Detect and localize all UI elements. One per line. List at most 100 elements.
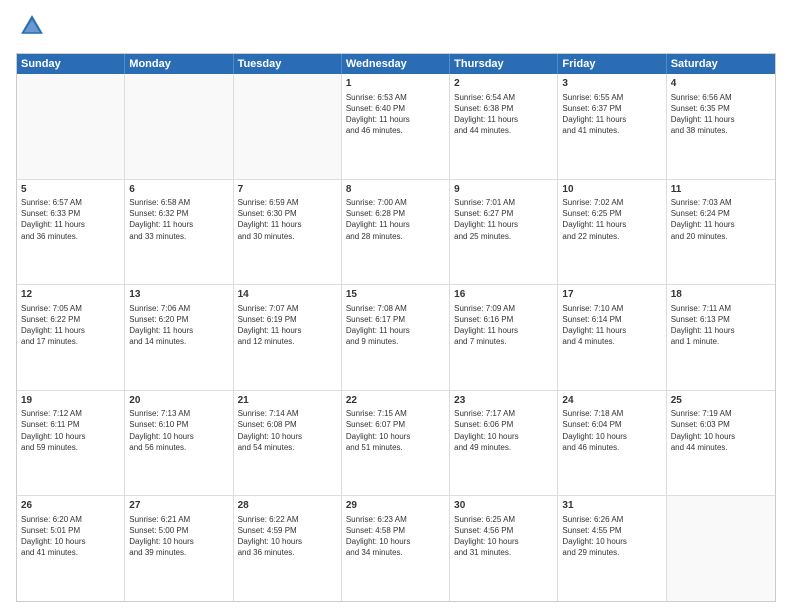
day-number: 26	[21, 499, 120, 513]
day-cell-16: 16Sunrise: 7:09 AMSunset: 6:16 PMDayligh…	[450, 285, 558, 390]
day-cell-20: 20Sunrise: 7:13 AMSunset: 6:10 PMDayligh…	[125, 391, 233, 496]
day-cell-7: 7Sunrise: 6:59 AMSunset: 6:30 PMDaylight…	[234, 180, 342, 285]
day-cell-3: 3Sunrise: 6:55 AMSunset: 6:37 PMDaylight…	[558, 74, 666, 179]
day-info: Sunrise: 7:12 AMSunset: 6:11 PMDaylight:…	[21, 408, 120, 453]
day-cell-6: 6Sunrise: 6:58 AMSunset: 6:32 PMDaylight…	[125, 180, 233, 285]
header-cell-saturday: Saturday	[667, 54, 775, 74]
day-cell-28: 28Sunrise: 6:22 AMSunset: 4:59 PMDayligh…	[234, 496, 342, 601]
day-info: Sunrise: 6:25 AMSunset: 4:56 PMDaylight:…	[454, 514, 553, 559]
day-number: 16	[454, 288, 553, 302]
day-number: 25	[671, 394, 771, 408]
day-number: 18	[671, 288, 771, 302]
calendar-row-2: 12Sunrise: 7:05 AMSunset: 6:22 PMDayligh…	[17, 285, 775, 391]
day-info: Sunrise: 7:15 AMSunset: 6:07 PMDaylight:…	[346, 408, 445, 453]
header-cell-thursday: Thursday	[450, 54, 558, 74]
day-number: 9	[454, 183, 553, 197]
day-cell-17: 17Sunrise: 7:10 AMSunset: 6:14 PMDayligh…	[558, 285, 666, 390]
day-info: Sunrise: 7:07 AMSunset: 6:19 PMDaylight:…	[238, 303, 337, 348]
day-info: Sunrise: 6:26 AMSunset: 4:55 PMDaylight:…	[562, 514, 661, 559]
day-cell-13: 13Sunrise: 7:06 AMSunset: 6:20 PMDayligh…	[125, 285, 233, 390]
day-info: Sunrise: 6:21 AMSunset: 5:00 PMDaylight:…	[129, 514, 228, 559]
day-info: Sunrise: 7:10 AMSunset: 6:14 PMDaylight:…	[562, 303, 661, 348]
day-cell-21: 21Sunrise: 7:14 AMSunset: 6:08 PMDayligh…	[234, 391, 342, 496]
header	[16, 12, 776, 45]
day-number: 7	[238, 183, 337, 197]
day-cell-empty	[17, 74, 125, 179]
calendar-body: 1Sunrise: 6:53 AMSunset: 6:40 PMDaylight…	[17, 74, 775, 601]
day-number: 11	[671, 183, 771, 197]
day-info: Sunrise: 7:14 AMSunset: 6:08 PMDaylight:…	[238, 408, 337, 453]
day-cell-15: 15Sunrise: 7:08 AMSunset: 6:17 PMDayligh…	[342, 285, 450, 390]
calendar-row-3: 19Sunrise: 7:12 AMSunset: 6:11 PMDayligh…	[17, 391, 775, 497]
day-cell-29: 29Sunrise: 6:23 AMSunset: 4:58 PMDayligh…	[342, 496, 450, 601]
day-info: Sunrise: 6:57 AMSunset: 6:33 PMDaylight:…	[21, 197, 120, 242]
calendar-row-0: 1Sunrise: 6:53 AMSunset: 6:40 PMDaylight…	[17, 74, 775, 180]
day-number: 21	[238, 394, 337, 408]
day-cell-24: 24Sunrise: 7:18 AMSunset: 6:04 PMDayligh…	[558, 391, 666, 496]
day-number: 19	[21, 394, 120, 408]
day-number: 8	[346, 183, 445, 197]
day-number: 28	[238, 499, 337, 513]
day-number: 24	[562, 394, 661, 408]
day-info: Sunrise: 7:11 AMSunset: 6:13 PMDaylight:…	[671, 303, 771, 348]
day-number: 14	[238, 288, 337, 302]
day-number: 4	[671, 77, 771, 91]
day-number: 6	[129, 183, 228, 197]
page: SundayMondayTuesdayWednesdayThursdayFrid…	[0, 0, 792, 612]
day-cell-27: 27Sunrise: 6:21 AMSunset: 5:00 PMDayligh…	[125, 496, 233, 601]
day-info: Sunrise: 6:55 AMSunset: 6:37 PMDaylight:…	[562, 92, 661, 137]
calendar-header: SundayMondayTuesdayWednesdayThursdayFrid…	[17, 54, 775, 74]
day-info: Sunrise: 7:17 AMSunset: 6:06 PMDaylight:…	[454, 408, 553, 453]
day-info: Sunrise: 7:18 AMSunset: 6:04 PMDaylight:…	[562, 408, 661, 453]
day-number: 30	[454, 499, 553, 513]
day-number: 23	[454, 394, 553, 408]
day-cell-25: 25Sunrise: 7:19 AMSunset: 6:03 PMDayligh…	[667, 391, 775, 496]
day-info: Sunrise: 7:08 AMSunset: 6:17 PMDaylight:…	[346, 303, 445, 348]
logo-icon	[18, 12, 46, 40]
day-info: Sunrise: 6:54 AMSunset: 6:38 PMDaylight:…	[454, 92, 553, 137]
day-number: 27	[129, 499, 228, 513]
day-info: Sunrise: 6:53 AMSunset: 6:40 PMDaylight:…	[346, 92, 445, 137]
logo	[16, 12, 50, 45]
calendar-row-4: 26Sunrise: 6:20 AMSunset: 5:01 PMDayligh…	[17, 496, 775, 601]
calendar-row-1: 5Sunrise: 6:57 AMSunset: 6:33 PMDaylight…	[17, 180, 775, 286]
header-cell-tuesday: Tuesday	[234, 54, 342, 74]
day-cell-19: 19Sunrise: 7:12 AMSunset: 6:11 PMDayligh…	[17, 391, 125, 496]
day-info: Sunrise: 7:00 AMSunset: 6:28 PMDaylight:…	[346, 197, 445, 242]
day-cell-12: 12Sunrise: 7:05 AMSunset: 6:22 PMDayligh…	[17, 285, 125, 390]
day-number: 5	[21, 183, 120, 197]
day-info: Sunrise: 6:58 AMSunset: 6:32 PMDaylight:…	[129, 197, 228, 242]
calendar: SundayMondayTuesdayWednesdayThursdayFrid…	[16, 53, 776, 602]
day-cell-26: 26Sunrise: 6:20 AMSunset: 5:01 PMDayligh…	[17, 496, 125, 601]
day-number: 20	[129, 394, 228, 408]
day-number: 29	[346, 499, 445, 513]
day-cell-1: 1Sunrise: 6:53 AMSunset: 6:40 PMDaylight…	[342, 74, 450, 179]
day-info: Sunrise: 6:56 AMSunset: 6:35 PMDaylight:…	[671, 92, 771, 137]
day-cell-empty	[667, 496, 775, 601]
day-number: 12	[21, 288, 120, 302]
day-info: Sunrise: 6:59 AMSunset: 6:30 PMDaylight:…	[238, 197, 337, 242]
day-number: 17	[562, 288, 661, 302]
day-info: Sunrise: 7:06 AMSunset: 6:20 PMDaylight:…	[129, 303, 228, 348]
day-cell-empty	[234, 74, 342, 179]
header-cell-monday: Monday	[125, 54, 233, 74]
day-cell-11: 11Sunrise: 7:03 AMSunset: 6:24 PMDayligh…	[667, 180, 775, 285]
day-info: Sunrise: 7:01 AMSunset: 6:27 PMDaylight:…	[454, 197, 553, 242]
day-number: 22	[346, 394, 445, 408]
day-cell-5: 5Sunrise: 6:57 AMSunset: 6:33 PMDaylight…	[17, 180, 125, 285]
day-cell-empty	[125, 74, 233, 179]
day-cell-14: 14Sunrise: 7:07 AMSunset: 6:19 PMDayligh…	[234, 285, 342, 390]
day-cell-8: 8Sunrise: 7:00 AMSunset: 6:28 PMDaylight…	[342, 180, 450, 285]
day-number: 13	[129, 288, 228, 302]
day-cell-2: 2Sunrise: 6:54 AMSunset: 6:38 PMDaylight…	[450, 74, 558, 179]
day-number: 3	[562, 77, 661, 91]
day-cell-18: 18Sunrise: 7:11 AMSunset: 6:13 PMDayligh…	[667, 285, 775, 390]
day-number: 15	[346, 288, 445, 302]
day-info: Sunrise: 7:03 AMSunset: 6:24 PMDaylight:…	[671, 197, 771, 242]
day-cell-30: 30Sunrise: 6:25 AMSunset: 4:56 PMDayligh…	[450, 496, 558, 601]
day-cell-23: 23Sunrise: 7:17 AMSunset: 6:06 PMDayligh…	[450, 391, 558, 496]
day-number: 1	[346, 77, 445, 91]
day-info: Sunrise: 6:23 AMSunset: 4:58 PMDaylight:…	[346, 514, 445, 559]
day-info: Sunrise: 6:20 AMSunset: 5:01 PMDaylight:…	[21, 514, 120, 559]
day-number: 2	[454, 77, 553, 91]
